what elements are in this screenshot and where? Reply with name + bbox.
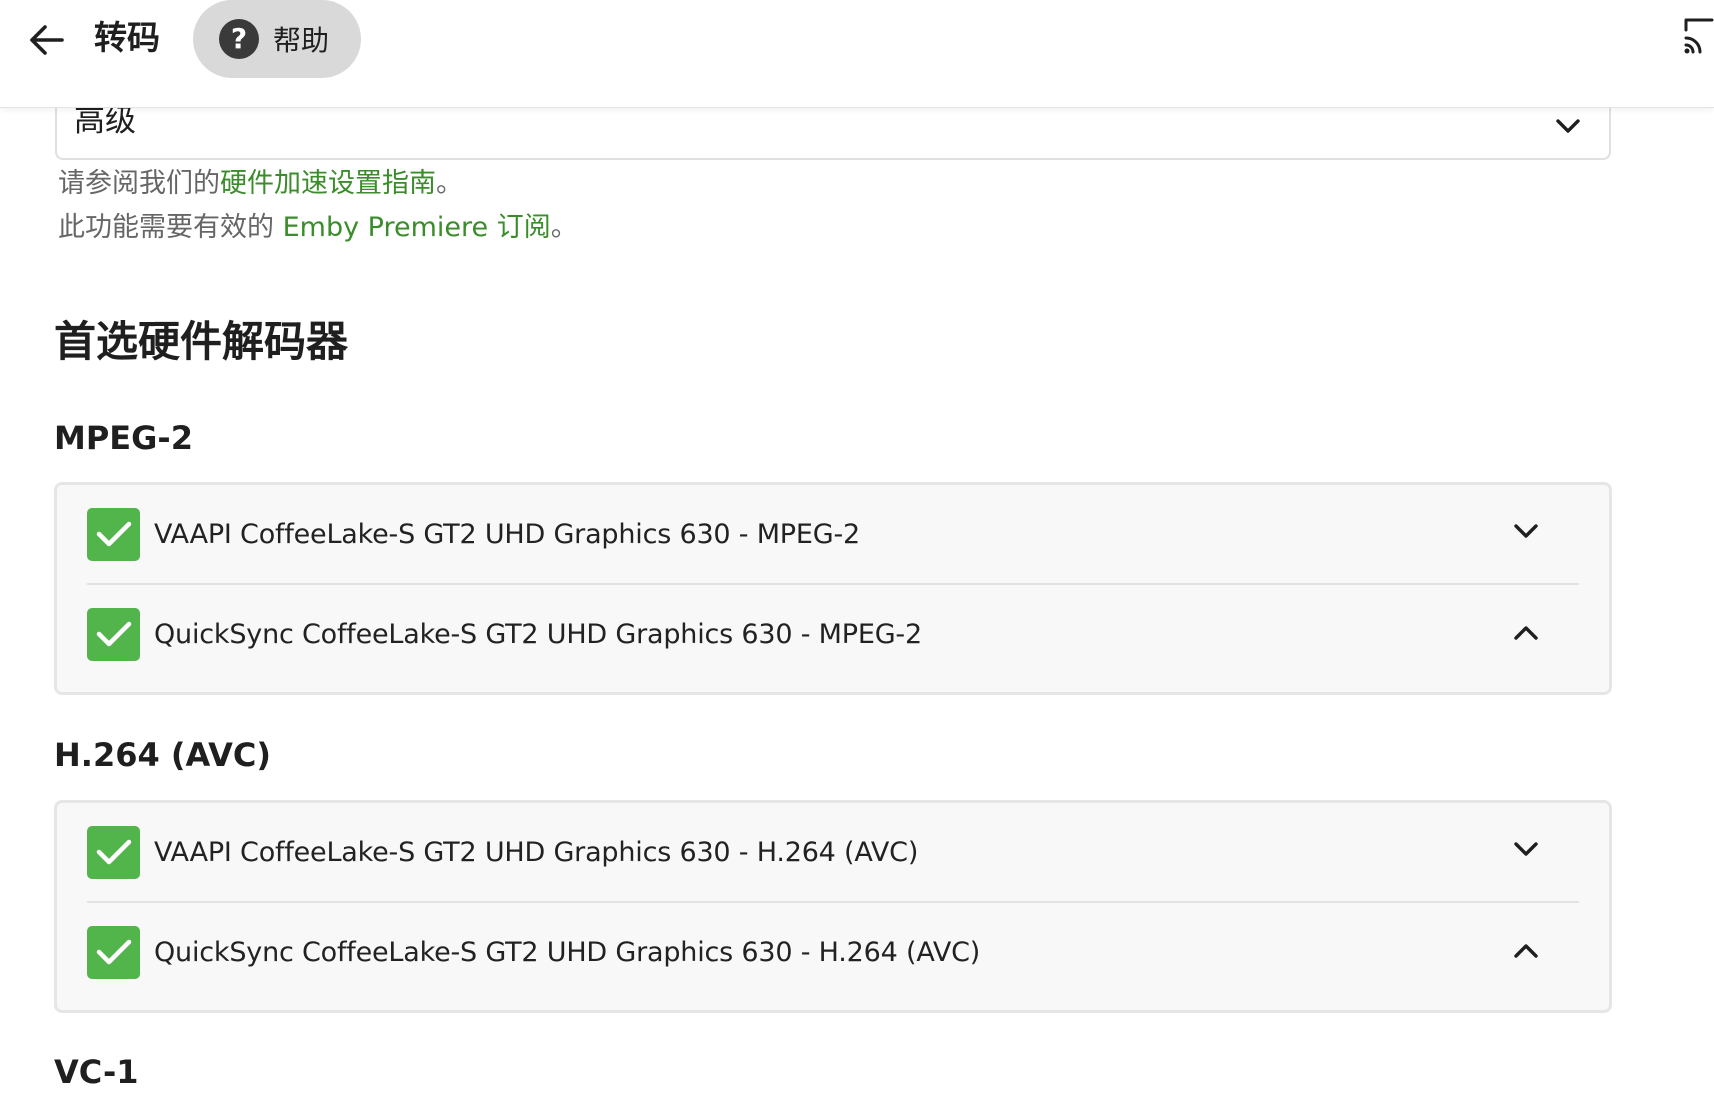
note-text: 。: [550, 212, 578, 243]
chevron-down-icon[interactable]: [1513, 841, 1539, 859]
arrow-left-icon: [30, 25, 64, 55]
decoder-checkbox[interactable]: [87, 825, 140, 879]
list-item: QuickSync CoffeeLake-S GT2 UHD Graphics …: [87, 901, 1579, 1001]
decoder-label: VAAPI CoffeeLake-S GT2 UHD Graphics 630 …: [154, 518, 860, 550]
cast-icon: [1684, 18, 1714, 54]
back-button[interactable]: [18, 12, 74, 68]
chevron-down-icon[interactable]: [1513, 523, 1539, 541]
decoder-checkbox[interactable]: [87, 507, 140, 561]
setup-guide-note: 请参阅我们的硬件加速设置指南。: [58, 164, 463, 204]
note-text: 请参阅我们的: [58, 168, 220, 199]
help-icon: ?: [219, 19, 259, 59]
section-title: 首选硬件解码器: [54, 317, 349, 366]
premiere-note: 此功能需要有效的 Emby Premiere 订阅。: [58, 208, 578, 248]
check-icon: [96, 839, 131, 865]
decoder-label: VAAPI CoffeeLake-S GT2 UHD Graphics 630 …: [154, 836, 919, 868]
check-icon: [96, 621, 131, 647]
top-app-bar: 转码 ? 帮助: [0, 0, 1714, 108]
setup-guide-link[interactable]: 硬件加速设置指南: [220, 168, 436, 199]
help-button[interactable]: ? 帮助: [193, 0, 361, 78]
decoder-checkbox[interactable]: [87, 607, 140, 661]
decoder-label: QuickSync CoffeeLake-S GT2 UHD Graphics …: [154, 936, 981, 968]
chevron-down-icon: [1556, 119, 1580, 133]
decoder-checkbox[interactable]: [87, 925, 140, 979]
decoder-list-h264: VAAPI CoffeeLake-S GT2 UHD Graphics 630 …: [54, 800, 1612, 1013]
codec-heading-vc1: VC-1: [54, 1053, 139, 1091]
page-title: 转码: [94, 18, 160, 57]
decoder-label: QuickSync CoffeeLake-S GT2 UHD Graphics …: [154, 618, 922, 650]
note-text: 。: [436, 168, 463, 199]
list-item: VAAPI CoffeeLake-S GT2 UHD Graphics 630 …: [87, 803, 1579, 901]
chevron-up-icon[interactable]: [1513, 941, 1539, 959]
list-item: QuickSync CoffeeLake-S GT2 UHD Graphics …: [87, 583, 1579, 683]
premiere-link[interactable]: Emby Premiere 订阅: [283, 212, 551, 243]
decoder-list-mpeg2: VAAPI CoffeeLake-S GT2 UHD Graphics 630 …: [54, 482, 1612, 695]
codec-heading-mpeg2: MPEG-2: [54, 419, 193, 457]
help-label: 帮助: [273, 24, 330, 57]
codec-heading-h264: H.264 (AVC): [54, 736, 271, 774]
chevron-up-icon[interactable]: [1513, 623, 1539, 641]
check-icon: [96, 939, 131, 965]
cast-button[interactable]: [1684, 16, 1714, 64]
list-item: VAAPI CoffeeLake-S GT2 UHD Graphics 630 …: [87, 485, 1579, 583]
check-icon: [96, 521, 131, 547]
note-text: 此功能需要有效的: [58, 212, 283, 243]
